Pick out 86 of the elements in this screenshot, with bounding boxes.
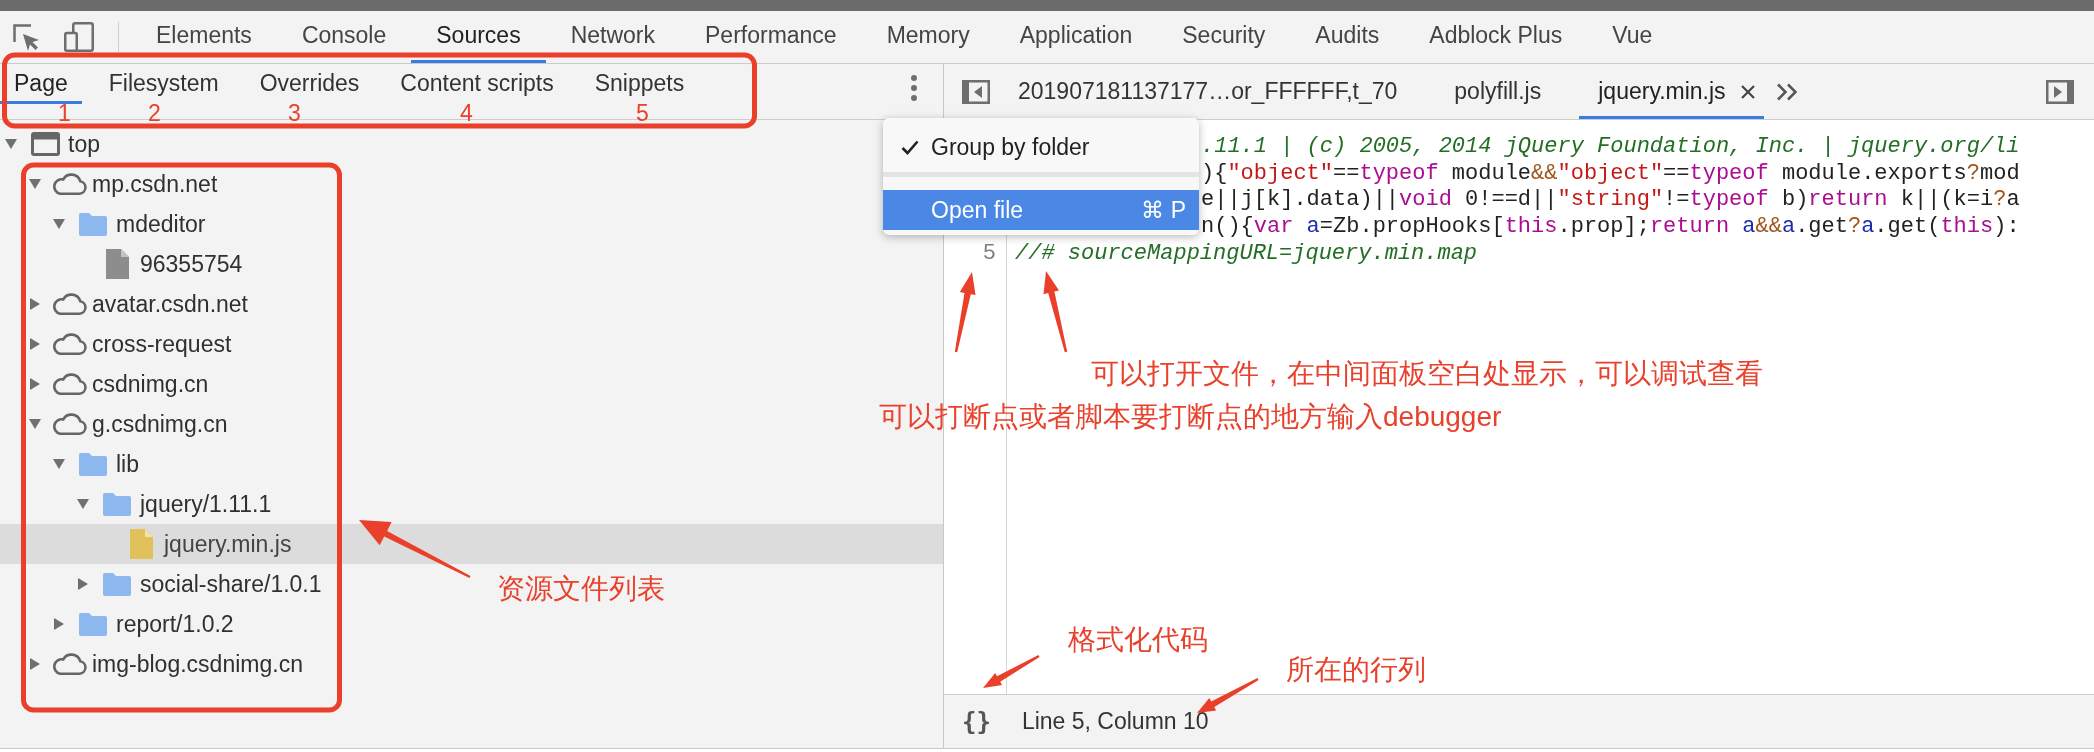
panel-tab[interactable]: Audits: [1290, 11, 1405, 63]
annotation-number: 2: [148, 104, 161, 122]
tree-item[interactable]: avatar.csdn.net: [0, 284, 248, 324]
editor-tab[interactable]: polyfill.js: [1435, 64, 1580, 119]
annotation-arrow: [983, 655, 1040, 688]
panel-tab[interactable]: Elements: [131, 11, 277, 63]
caret-icon[interactable]: [29, 179, 41, 189]
panel-tab[interactable]: Memory: [861, 11, 995, 63]
cloud-icon: [51, 653, 87, 675]
panel-tab[interactable]: Console: [276, 11, 412, 63]
tree-item[interactable]: 96355754: [0, 244, 243, 284]
cloud-icon: [51, 413, 87, 435]
line-number: 5: [982, 240, 996, 266]
double-chevron-icon[interactable]: [1775, 82, 1798, 101]
caret-icon[interactable]: [77, 499, 89, 509]
menu-item[interactable]: Group by folder: [883, 127, 1199, 167]
caret-icon[interactable]: [29, 419, 41, 429]
caret-icon[interactable]: [30, 298, 40, 310]
annotation-arrow: [1197, 678, 1259, 713]
annotation-label: 所在的行列: [1286, 653, 1426, 687]
tree-item[interactable]: jquery/1.11.1: [0, 484, 272, 524]
menu-item[interactable]: Open file ⌘ P: [883, 190, 1199, 230]
navigator-tab[interactable]: Content scripts: [386, 64, 568, 104]
panel-tab[interactable]: Security: [1157, 11, 1291, 63]
tree-item[interactable]: csdnimg.cn: [0, 364, 209, 404]
panel-tab[interactable]: Application: [994, 11, 1158, 63]
code-line: ){"object"==typeof module&&"object"==typeof module.exports?mod: [1201, 160, 2020, 186]
window-icon: [30, 132, 60, 156]
code-line: //# sourceMappingURL=jquery.min.map: [1015, 240, 1478, 266]
inspect-icon[interactable]: [13, 23, 40, 51]
navigator-tab[interactable]: Filesystem: [94, 64, 233, 104]
panel-tab[interactable]: Vue: [1587, 11, 1678, 63]
annotation-number: 4: [460, 104, 473, 122]
tree-item[interactable]: report/1.0.2: [0, 604, 234, 644]
file-icon: [105, 249, 129, 279]
annotation-label: 资源文件列表: [497, 572, 665, 606]
cursor-position: Line 5, Column 10: [1021, 708, 1209, 735]
folder-icon: [79, 212, 107, 236]
cloud-icon: [51, 173, 87, 195]
sidebar-toggle-icon[interactable]: [2046, 79, 2074, 104]
more-options-icon[interactable]: [911, 75, 917, 101]
code-line: .11.1 | (c) 2005, 2014 jQuery Foundation, Inc. | jquery.org/li: [1201, 133, 2020, 159]
file-icon: [129, 529, 153, 559]
tree-item[interactable]: mdeditor: [0, 204, 206, 244]
tree-item[interactable]: cross-request: [0, 324, 232, 364]
cloud-icon: [51, 293, 87, 315]
caret-icon[interactable]: [30, 658, 40, 670]
tree-item[interactable]: social-share/1.0.1: [0, 564, 322, 604]
tree-item[interactable]: g.csdnimg.cn: [0, 404, 228, 444]
annotation-label: 可以打断点或者脚本要打断点的地方输入debugger: [879, 400, 1502, 434]
tree-item[interactable]: jquery.min.js: [0, 524, 292, 564]
pretty-print-button[interactable]: {}: [958, 707, 995, 736]
caret-icon[interactable]: [54, 618, 64, 630]
folder-icon: [79, 612, 107, 636]
panel-tab[interactable]: Adblock Plus: [1404, 11, 1588, 63]
caret-icon[interactable]: [53, 459, 65, 469]
annotation-number: 1: [58, 104, 71, 122]
caret-icon[interactable]: [53, 219, 65, 229]
panel-tab[interactable]: Performance: [680, 11, 862, 63]
code-line: n(){var a=Zb.propHooks[this.prop];return a&&a.get?a.get(this):: [1201, 213, 2020, 239]
cloud-icon: [51, 373, 87, 395]
tree-item[interactable]: mp.csdn.net: [0, 164, 218, 204]
navigator-tab[interactable]: Overrides: [245, 64, 374, 104]
annotation-number: 5: [636, 104, 649, 122]
tree-item[interactable]: top: [0, 124, 100, 164]
folder-icon: [103, 492, 131, 516]
panel-tab[interactable]: Network: [545, 11, 680, 63]
folder-icon: [79, 452, 107, 476]
caret-icon[interactable]: [78, 578, 88, 590]
device-icon[interactable]: [64, 22, 94, 52]
sidebar-toggle-icon[interactable]: [962, 79, 990, 104]
code-line: e||j[k].data)||void 0!==d||"string"!=typeof b)return k||(k=i?a: [1201, 187, 2020, 213]
editor-tab[interactable]: 201907181137177…or_FFFFFF,t_70: [999, 64, 1436, 119]
navigator-tab[interactable]: Snippets: [580, 64, 699, 104]
tree-item[interactable]: img-blog.csdnimg.cn: [0, 644, 303, 684]
caret-icon[interactable]: [30, 378, 40, 390]
caret-icon[interactable]: [30, 338, 40, 350]
caret-icon[interactable]: [5, 139, 17, 149]
annotation-label: 格式化代码: [1068, 623, 1208, 657]
annotation-number: 3: [288, 104, 301, 122]
folder-icon: [103, 572, 131, 596]
tree-item[interactable]: lib: [0, 444, 139, 484]
cloud-icon: [51, 333, 87, 355]
navigator-tab[interactable]: Page: [0, 64, 82, 104]
annotation-label: 可以打开文件，在中间面板空白处显示，可以调试查看: [1091, 357, 1763, 391]
close-icon[interactable]: [1740, 84, 1755, 99]
